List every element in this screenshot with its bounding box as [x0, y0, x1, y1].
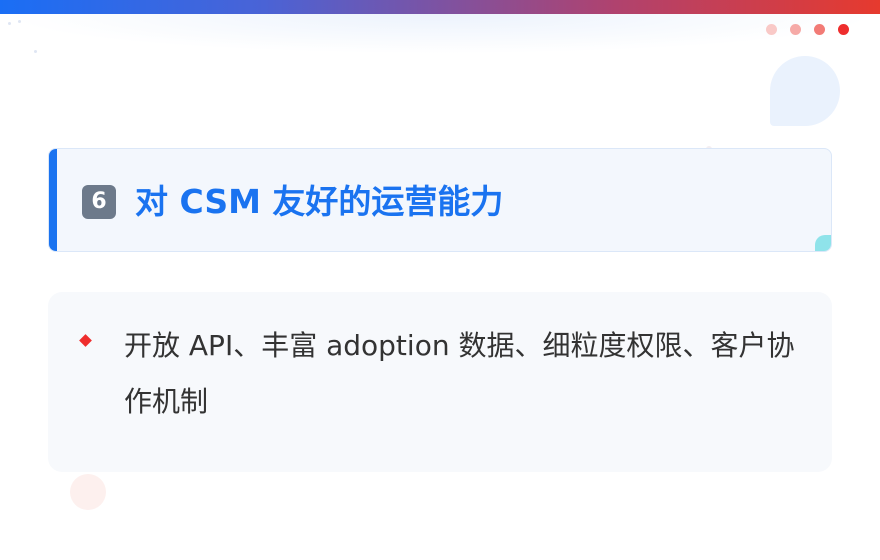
top-gradient-bar	[0, 0, 880, 14]
dot-2	[790, 24, 801, 35]
bullet-text: 开放 API、丰富 adoption 数据、细粒度权限、客户协作机制	[124, 329, 795, 418]
title-corner-decoration	[815, 235, 831, 251]
decorative-blob	[770, 56, 840, 126]
decorative-circle	[70, 474, 106, 510]
corner-decoration	[6, 20, 46, 60]
dot-4	[838, 24, 849, 35]
title-accent-bar	[49, 149, 57, 251]
dot-1	[766, 24, 777, 35]
dot-3	[814, 24, 825, 35]
top-glow	[0, 14, 880, 54]
window-dots	[766, 24, 849, 35]
keycap-6-icon: 6	[82, 185, 116, 219]
section-title: 对 CSM 友好的运营能力	[135, 182, 504, 221]
